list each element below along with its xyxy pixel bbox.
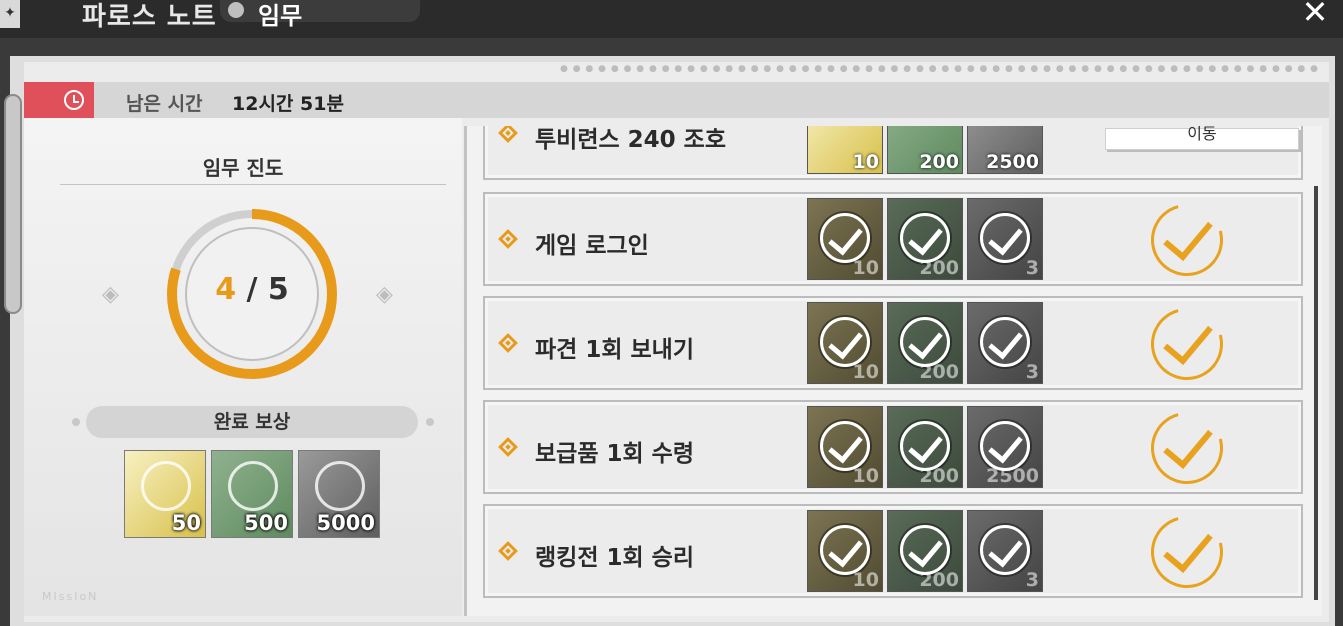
top-bar: ✦ 파로스 노트 임무 ✕ xyxy=(0,0,1343,38)
diamond-icon xyxy=(498,541,518,561)
decorative-dots: ● ● ● ● ● ● ● ● ● ● ● ● ● ● ● ● ● ● ● ● … xyxy=(560,64,1320,74)
reward-crystal-claimed: 10 xyxy=(807,302,883,384)
check-icon xyxy=(900,525,950,575)
reward-item-claimed: 3 xyxy=(967,302,1043,384)
remaining-time-label: 남은 시간 xyxy=(126,93,203,115)
reward-crystal[interactable]: 50 xyxy=(124,450,206,538)
check-icon xyxy=(980,317,1030,367)
right-ornament-icon: ◈ xyxy=(376,282,393,307)
close-icon[interactable]: ✕ xyxy=(1296,0,1334,30)
divider-dot xyxy=(426,418,434,426)
check-icon xyxy=(820,213,870,263)
check-icon xyxy=(900,421,950,471)
medal-icon xyxy=(228,461,278,511)
reward-medal[interactable]: 500 xyxy=(211,450,293,538)
reward-crystal-claimed: 10 xyxy=(807,510,883,592)
mission-row: 투비련스 240 조호 10 200 2500 이동 xyxy=(483,126,1303,180)
progress-panel: 임무 진도 4 / 5 ◈ ◈ 완료 보상 50 500 5000 MIssIo… xyxy=(24,118,462,616)
reward-medal-claimed: 200 xyxy=(887,198,963,280)
breadcrumb-icon xyxy=(228,2,244,18)
reward-crystal-claimed: 10 xyxy=(807,198,883,280)
reward-medal-claimed: 200 xyxy=(887,406,963,488)
mission-list[interactable]: 투비련스 240 조호 10 200 2500 이동 게임 로그인 10 200… xyxy=(464,126,1322,616)
menu-icon[interactable]: ✦ xyxy=(0,0,20,28)
mission-title: 보급품 1회 수령 xyxy=(535,441,694,467)
check-icon xyxy=(980,525,1030,575)
breadcrumb-parent[interactable]: 파로스 노트 xyxy=(82,0,217,33)
diamond-icon xyxy=(498,437,518,457)
mission-row: 파견 1회 보내기 10 200 3 xyxy=(483,294,1303,394)
divider xyxy=(60,184,446,185)
reward-medal[interactable]: 200 xyxy=(887,126,963,174)
diamond-icon xyxy=(498,333,518,353)
mission-watermark: MIssIoN xyxy=(42,590,99,603)
reward-crystal-claimed: 10 xyxy=(807,406,883,488)
remaining-time-value: 12시간 51분 xyxy=(232,93,344,115)
mission-title: 파견 1회 보내기 xyxy=(535,337,694,363)
diamond-icon xyxy=(498,126,518,143)
check-icon xyxy=(900,213,950,263)
reward-medal-claimed: 200 xyxy=(887,302,963,384)
diamond-icon xyxy=(498,229,518,249)
coin-icon xyxy=(315,461,365,511)
mission-row: 보급품 1회 수령 10 200 2500 xyxy=(483,398,1303,498)
breadcrumb-pill xyxy=(220,0,420,22)
reward-item-claimed: 3 xyxy=(967,198,1043,280)
reward-coin[interactable]: 5000 xyxy=(298,450,380,538)
clock-icon xyxy=(64,90,84,110)
check-icon xyxy=(820,421,870,471)
mission-row: 랭킹전 1회 승리 10 200 3 xyxy=(483,502,1303,602)
completion-reward-label: 완료 보상 xyxy=(86,406,418,438)
progress-title: 임무 진도 xyxy=(202,156,284,180)
reward-coin[interactable]: 2500 xyxy=(967,126,1043,174)
timer-badge xyxy=(24,82,94,118)
check-icon xyxy=(820,525,870,575)
check-icon xyxy=(820,317,870,367)
mission-row: 게임 로그인 10 200 3 xyxy=(483,190,1303,290)
reward-crystal[interactable]: 10 xyxy=(807,126,883,174)
reward-item-claimed: 3 xyxy=(967,510,1043,592)
reward-medal-claimed: 200 xyxy=(887,510,963,592)
side-rail xyxy=(4,94,22,314)
mission-title: 투비련스 240 조호 xyxy=(535,127,726,153)
mission-title: 게임 로그인 xyxy=(535,233,649,259)
left-ornament-icon: ◈ xyxy=(102,282,119,307)
check-icon xyxy=(980,421,1030,471)
goto-button[interactable]: 이동 xyxy=(1105,126,1299,150)
check-icon xyxy=(900,317,950,367)
mission-title: 랭킹전 1회 승리 xyxy=(535,545,694,571)
check-icon xyxy=(980,213,1030,263)
mission-list-scrollbar[interactable] xyxy=(1314,186,1318,600)
page-title: 임무 xyxy=(258,2,303,30)
divider-dot xyxy=(72,418,80,426)
reward-coin-claimed: 2500 xyxy=(967,406,1043,488)
progress-count: 4 / 5 xyxy=(215,272,289,307)
crystal-icon xyxy=(141,461,191,511)
remaining-time-bar: 남은 시간 12시간 51분 xyxy=(24,82,1329,118)
